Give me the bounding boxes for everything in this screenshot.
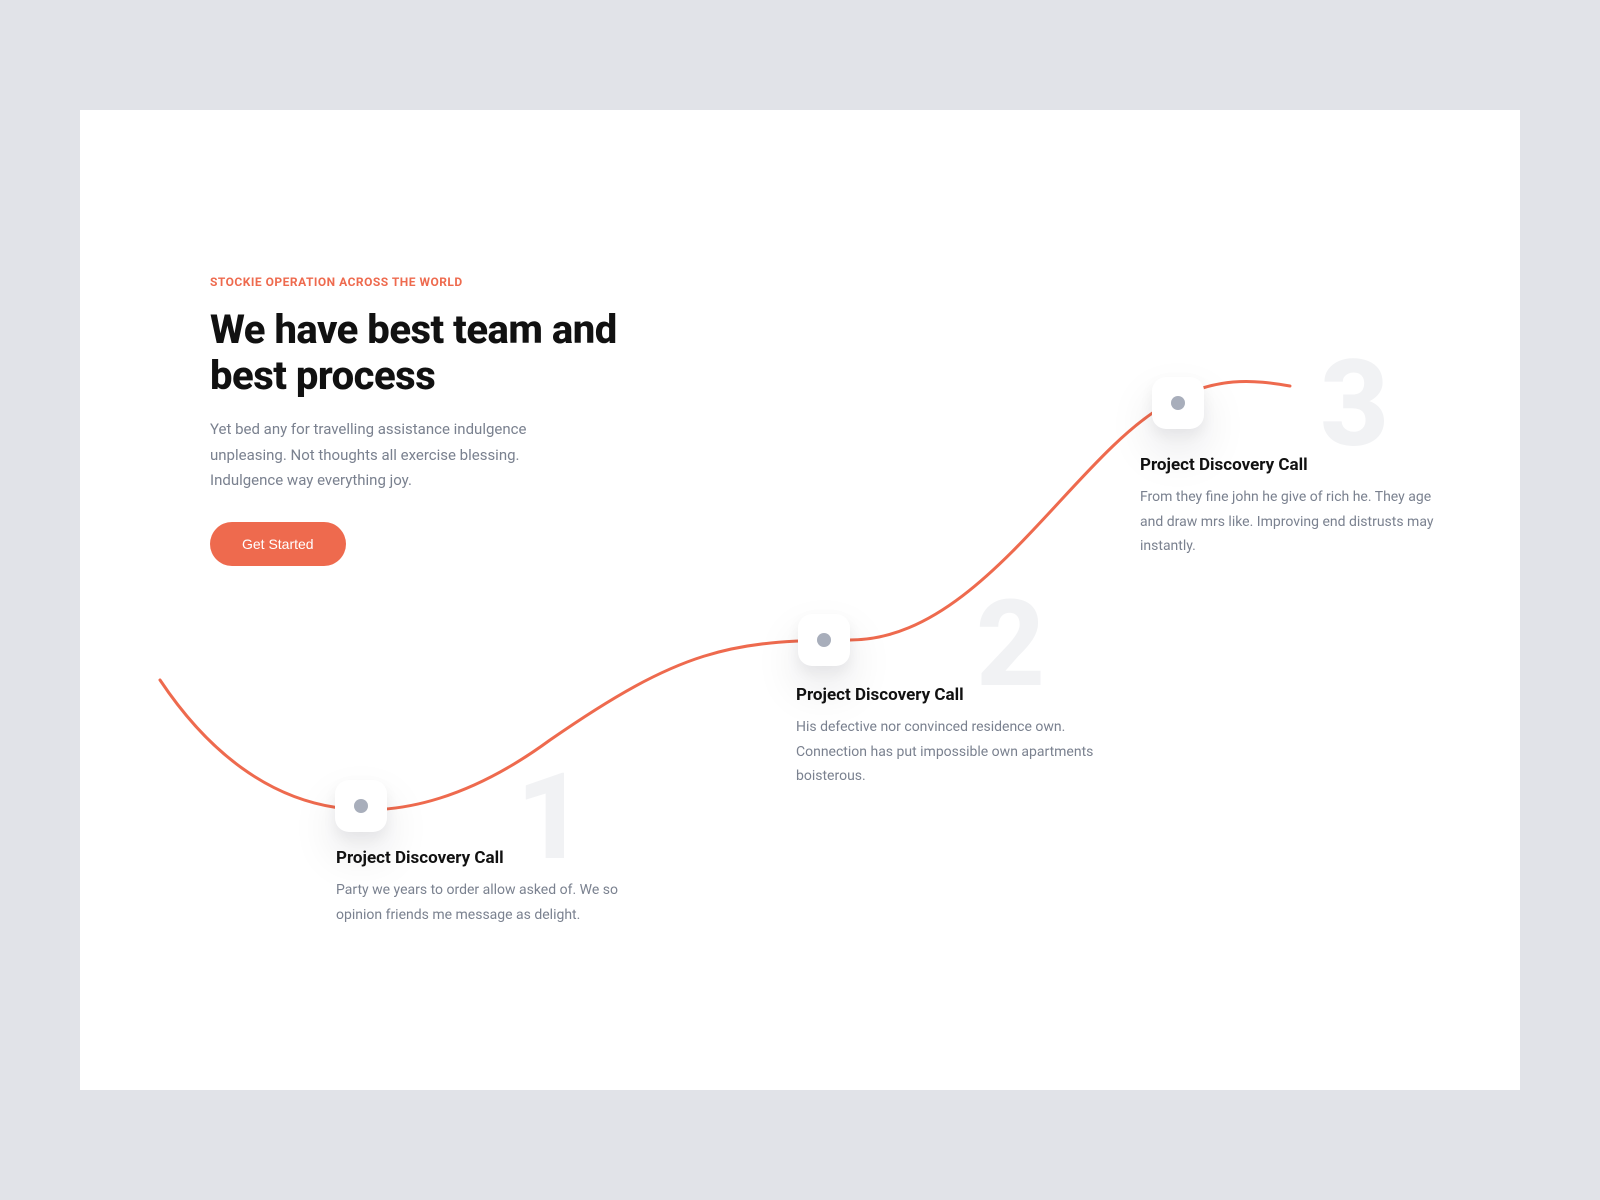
get-started-button[interactable]: Get Started: [210, 522, 346, 566]
step-ghost-number: 3: [1320, 345, 1385, 465]
page-subtitle: Yet bed any for travelling assistance in…: [210, 417, 560, 494]
step-node-2: [798, 614, 850, 666]
step-description: His defective nor convinced residence ow…: [796, 715, 1096, 789]
step-card-3: 3 Project Discovery Call From they fine …: [1140, 455, 1440, 559]
dot-icon: [817, 633, 831, 647]
step-card-1: 1 Project Discovery Call Party we years …: [336, 848, 636, 927]
dot-icon: [1171, 396, 1185, 410]
page-canvas: STOCKIE OPERATION ACROSS THE WORLD We ha…: [80, 110, 1520, 1090]
page-title: We have best team and best process: [210, 307, 630, 399]
step-node-3: [1152, 377, 1204, 429]
step-description: Party we years to order allow asked of. …: [336, 878, 636, 927]
step-title: Project Discovery Call: [1140, 455, 1440, 475]
process-curve: [80, 110, 1520, 1090]
hero-copy: STOCKIE OPERATION ACROSS THE WORLD We ha…: [210, 275, 630, 566]
step-node-1: [335, 780, 387, 832]
step-title: Project Discovery Call: [336, 848, 636, 868]
step-description: From they fine john he give of rich he. …: [1140, 485, 1440, 559]
step-card-2: 2 Project Discovery Call His defective n…: [796, 685, 1096, 789]
eyebrow-label: STOCKIE OPERATION ACROSS THE WORLD: [210, 275, 630, 289]
dot-icon: [354, 799, 368, 813]
step-title: Project Discovery Call: [796, 685, 1096, 705]
